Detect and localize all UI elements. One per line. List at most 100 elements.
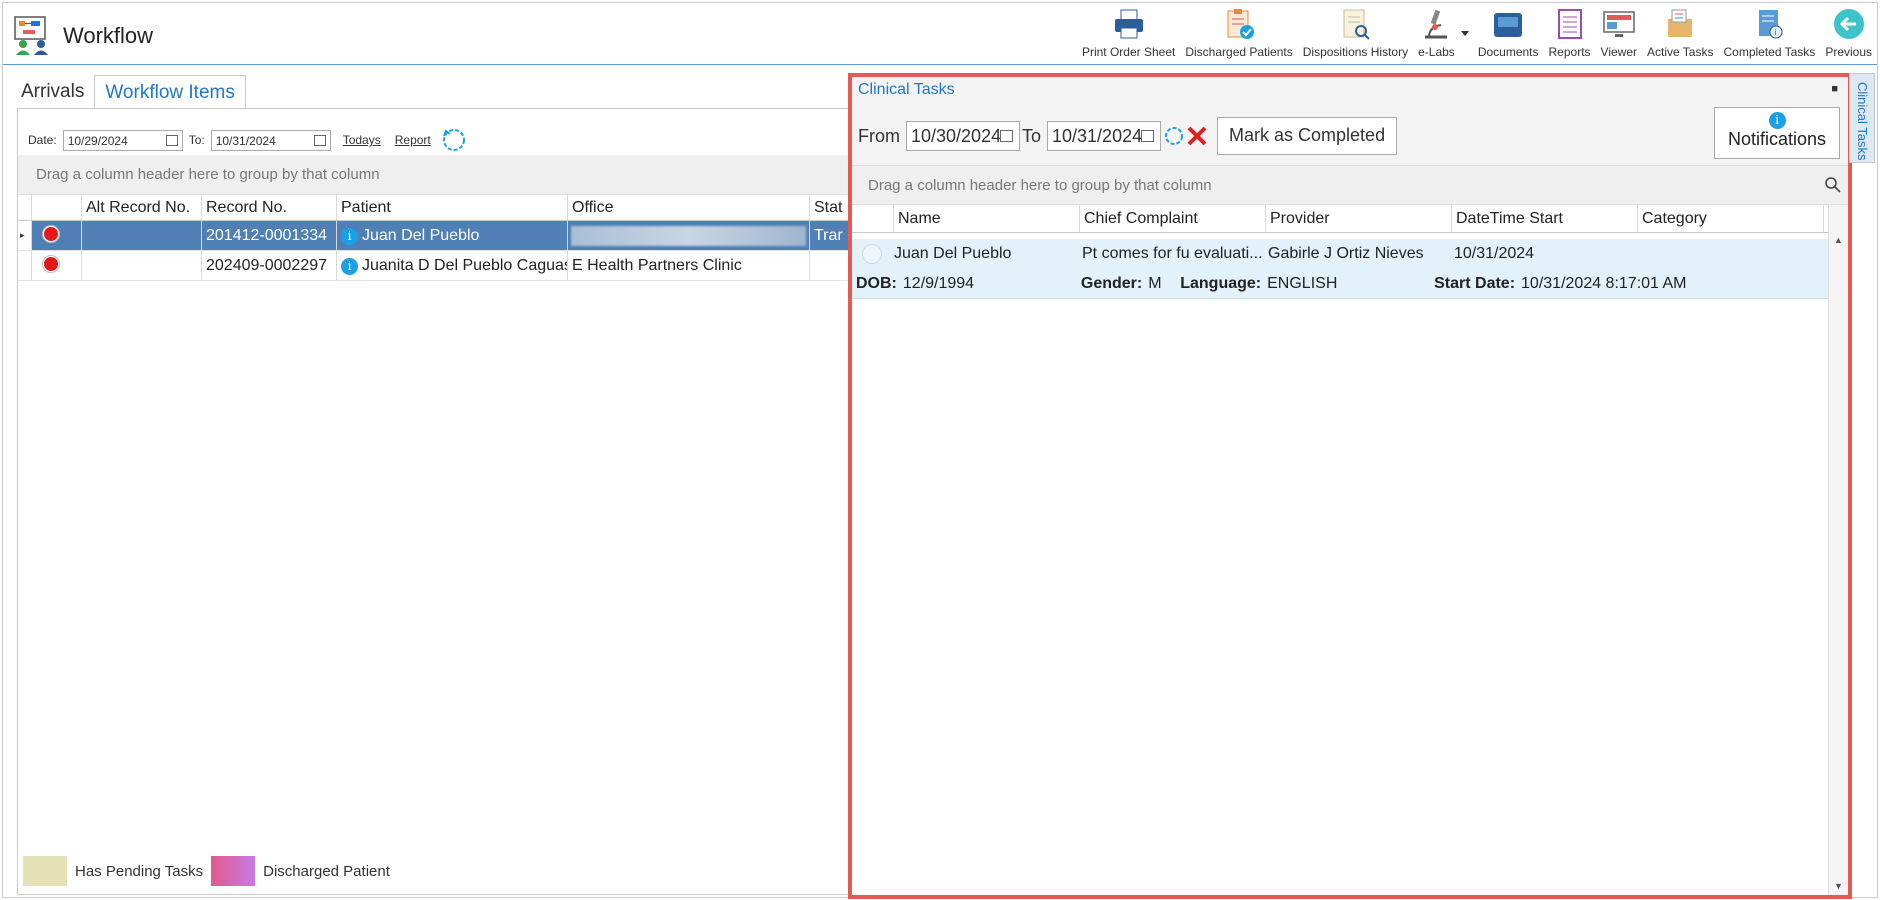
refresh-icon[interactable]	[1163, 125, 1185, 147]
document-search-icon	[1343, 9, 1371, 40]
legend: Has Pending Tasks Discharged Patient	[23, 856, 390, 886]
svg-text:i: i	[1775, 28, 1777, 37]
todays-link[interactable]: Todays	[343, 133, 381, 147]
tab-workflow-items[interactable]: Workflow Items	[94, 75, 246, 109]
column-header-record[interactable]: Record No.	[202, 195, 337, 220]
toolbar: Print Order Sheet Discharged Patients Di…	[1077, 3, 1877, 65]
reports-button[interactable]: Reports	[1544, 3, 1596, 65]
cell-status: Trar	[810, 221, 852, 250]
report-link[interactable]: Report	[395, 133, 431, 147]
mark-as-completed-button[interactable]: Mark as Completed	[1217, 117, 1398, 155]
select-column-header	[852, 205, 894, 232]
clinical-tasks-title: Clinical Tasks	[858, 81, 955, 98]
app-window: Workflow Print Order Sheet Discharged Pa…	[2, 2, 1878, 899]
info-icon: i	[1768, 112, 1786, 129]
column-header-category[interactable]: Category	[1638, 205, 1824, 232]
task-row-main: Juan Del Pueblo Pt comes for fu evaluati…	[852, 239, 1830, 269]
monitor-icon	[1603, 11, 1635, 37]
column-header-alt-record[interactable]: Alt Record No.	[82, 195, 202, 220]
clinical-tasks-grid: Name Chief Complaint Provider DateTime S…	[852, 205, 1848, 895]
calendar-icon[interactable]	[313, 134, 326, 146]
documents-label: Documents	[1477, 45, 1539, 59]
e-labs-button[interactable]: e-Labs	[1413, 3, 1473, 65]
completed-tasks-button[interactable]: i Completed Tasks	[1718, 3, 1820, 65]
pin-icon[interactable]: ■	[1831, 83, 1838, 95]
viewer-button[interactable]: Viewer	[1596, 3, 1642, 65]
row-indicator	[18, 251, 32, 280]
language-label: Language:	[1180, 275, 1262, 292]
e-labs-label: e-Labs	[1418, 45, 1455, 59]
documents-button[interactable]: Documents	[1473, 3, 1544, 65]
e-labs-dropdown-icon[interactable]	[1460, 31, 1469, 36]
cell-status	[810, 251, 852, 280]
column-header-chief-complaint[interactable]: Chief Complaint	[1080, 205, 1266, 232]
patient-name: Juan Del Pueblo	[362, 227, 480, 244]
gender-value: M	[1148, 275, 1162, 292]
search-icon[interactable]	[1824, 176, 1842, 194]
column-header-provider[interactable]: Provider	[1266, 205, 1452, 232]
scroll-down-icon[interactable]: ▼	[1834, 881, 1843, 891]
clinical-group-hint: Drag a column header here to group by th…	[868, 177, 1212, 194]
date-from-field[interactable]: 10/29/2024	[62, 129, 183, 151]
cell-record: 202409-0002297	[202, 251, 337, 280]
calendar-icon[interactable]	[1141, 130, 1155, 142]
column-header-status[interactable]: Stat	[810, 195, 852, 220]
column-header-office[interactable]: Office	[568, 195, 810, 220]
task-box-icon	[1668, 9, 1693, 37]
active-tasks-button[interactable]: Active Tasks	[1642, 3, 1718, 65]
table-row[interactable]: ▸ 201412-0001334 i Juan Del Pueblo Trar	[18, 221, 852, 251]
back-arrow-icon	[1833, 9, 1864, 39]
calendar-icon[interactable]	[1000, 130, 1013, 142]
column-header-name[interactable]: Name	[894, 205, 1080, 232]
task-name: Juan Del Pueblo	[894, 245, 1012, 262]
title-bar: Workflow Print Order Sheet Discharged Pa…	[3, 3, 1877, 65]
row-indicator-header	[18, 195, 32, 220]
clinical-date-from-field[interactable]: 10/30/2024	[906, 121, 1020, 151]
task-select-radio[interactable]	[862, 244, 882, 264]
reports-label: Reports	[1548, 45, 1591, 59]
dob-value: 12/9/1994	[902, 275, 975, 292]
clinical-group-by-bar[interactable]: Drag a column header here to group by th…	[852, 165, 1848, 205]
row-indicator: ▸	[18, 221, 32, 250]
clipboard-check-icon	[1227, 9, 1255, 39]
scroll-up-icon[interactable]: ▲	[1834, 235, 1843, 245]
status-dot	[32, 251, 82, 280]
main-tabs: Arrivals Workflow Items	[11, 75, 246, 109]
clinical-date-filters: From 10/30/2024 To 10/31/2024 Mark as Co…	[858, 117, 1398, 155]
info-icon[interactable]: i	[341, 228, 358, 245]
notifications-label: Notifications	[1727, 129, 1827, 149]
clinical-tasks-side-tab[interactable]: Clinical Tasks	[1849, 73, 1875, 163]
previous-button[interactable]: Previous	[1820, 3, 1877, 65]
grid-header: Alt Record No. Record No. Patient Office…	[18, 195, 852, 221]
task-provider: Gabirle J Ortiz Nieves	[1268, 245, 1424, 262]
table-row[interactable]: 202409-0002297 i Juanita D Del Pueblo Cag…	[18, 251, 852, 281]
column-header-patient[interactable]: Patient	[337, 195, 568, 220]
workflow-logo-icon	[14, 16, 48, 55]
date-filters: Date: 10/29/2024 To: 10/31/2024 Todays R…	[28, 127, 467, 153]
date-label: Date:	[28, 133, 57, 147]
date-to-field[interactable]: 10/31/2024	[210, 129, 331, 151]
print-order-sheet-button[interactable]: Print Order Sheet	[1077, 3, 1180, 65]
tab-arrivals[interactable]: Arrivals	[11, 75, 94, 109]
dispositions-history-button[interactable]: Dispositions History	[1298, 3, 1413, 65]
column-header-datetime-start[interactable]: DateTime Start	[1452, 205, 1638, 232]
group-by-bar[interactable]: Drag a column header here to group by th…	[18, 155, 852, 195]
status-column-header[interactable]	[32, 195, 82, 220]
discharged-swatch	[211, 856, 256, 886]
vertical-scrollbar[interactable]: ▲ ▼	[1828, 205, 1848, 895]
clinical-date-to-field[interactable]: 10/31/2024	[1047, 121, 1162, 151]
cell-alt-record	[82, 251, 202, 280]
notifications-button[interactable]: i Notifications	[1714, 107, 1840, 159]
task-row[interactable]: Juan Del Pueblo Pt comes for fu evaluati…	[852, 239, 1830, 299]
active-tasks-label: Active Tasks	[1647, 45, 1714, 59]
refresh-icon[interactable]	[441, 127, 467, 153]
side-tab-label: Clinical Tasks	[1855, 82, 1870, 161]
info-icon[interactable]: i	[341, 258, 358, 275]
date-from-value: 10/29/2024	[67, 133, 128, 148]
clinical-to-label: To	[1022, 125, 1042, 146]
discharged-patients-button[interactable]: Discharged Patients	[1180, 3, 1297, 65]
clear-icon[interactable]	[1185, 124, 1209, 148]
calendar-icon[interactable]	[165, 134, 178, 146]
microscope-icon	[1425, 9, 1448, 39]
print-order-sheet-label: Print Order Sheet	[1081, 45, 1176, 59]
